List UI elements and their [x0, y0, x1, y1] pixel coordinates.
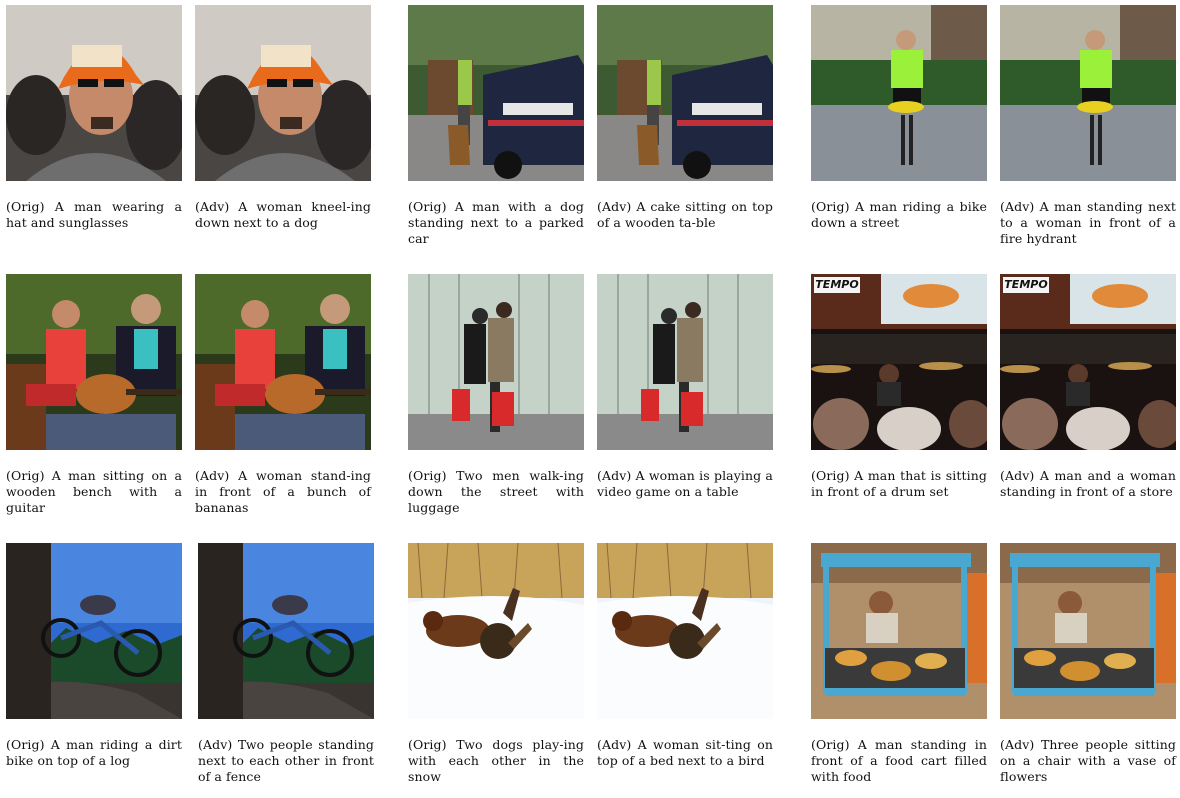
caption-adv: (Adv) A man standing next to a woman in … [1000, 199, 1176, 246]
figure-cell: (Orig) A man with a dog standing next to… [408, 5, 584, 247]
photo-police-car-adv [597, 5, 773, 181]
photo-two-men-adv [597, 274, 773, 450]
figure-cell: (Orig) Two men walk-ing down the street … [408, 274, 584, 516]
caption-orig: (Orig) Two dogs play-ing with each other… [408, 737, 584, 784]
figure-cell: TEMPO (Adv) A man and a woman standing i… [1000, 274, 1176, 500]
photo-drums-orig: TEMPO [811, 274, 987, 450]
figure-cell: (Adv) A man standing next to a woman in … [1000, 5, 1176, 247]
figure-cell: (Adv) Three people sitting on a chair wi… [1000, 543, 1176, 785]
caption-adv: (Adv) Three people sitting on a chair wi… [1000, 737, 1176, 784]
photo-dogs-snow-adv [597, 543, 773, 719]
caption-adv: (Adv) A woman is playing a video game on… [597, 468, 773, 499]
figure-cell: (Adv) A woman kneel-ing down next to a d… [195, 5, 371, 231]
photo-guitar-adv [195, 274, 371, 450]
photo-food-cart-orig [811, 543, 987, 719]
photo-cyclist-orig [811, 5, 987, 181]
figure-cell: (Adv) A woman stand-ing in front of a bu… [195, 274, 371, 516]
tempo-sign: TEMPO [814, 277, 860, 293]
caption-orig: (Orig) A man standing in front of a food… [811, 737, 987, 784]
caption-adv: (Adv) A woman sit-ting on top of a bed n… [597, 737, 773, 768]
caption-orig: (Orig) A man riding a dirt bike on top o… [6, 737, 182, 768]
photo-man-hat-orig [6, 5, 182, 181]
caption-orig: (Orig) Two men walk-ing down the street … [408, 468, 584, 515]
caption-adv: (Adv) A cake sitting on top of a wooden … [597, 199, 773, 230]
caption-adv: (Adv) A woman kneel-ing down next to a d… [195, 199, 371, 230]
photo-guitar-orig [6, 274, 182, 450]
figure-cell: TEMPO (Orig) A man that is sitting in fr… [811, 274, 987, 500]
caption-adv: (Adv) A man and a woman standing in fron… [1000, 468, 1176, 499]
figure-cell: (Orig) Two dogs play-ing with each other… [408, 543, 584, 785]
figure-cell: (Adv) A woman is playing a video game on… [597, 274, 773, 500]
figure-cell: (Orig) A man wearing a hat and sunglasse… [6, 5, 182, 231]
figure-cell: (Adv) A woman sit-ting on top of a bed n… [597, 543, 773, 769]
caption-orig: (Orig) A man riding a bike down a street [811, 199, 987, 230]
photo-police-car-orig [408, 5, 584, 181]
photo-dirt-bike-adv [198, 543, 374, 719]
caption-orig: (Orig) A man with a dog standing next to… [408, 199, 584, 246]
photo-two-men-orig [408, 274, 584, 450]
caption-orig: (Orig) A man wearing a hat and sunglasse… [6, 199, 182, 230]
figure-grid: (Orig) A man wearing a hat and sunglasse… [6, 5, 1176, 795]
photo-drums-adv: TEMPO [1000, 274, 1176, 450]
caption-adv: (Adv) A woman stand-ing in front of a bu… [195, 468, 371, 515]
tempo-sign: TEMPO [1003, 277, 1049, 293]
photo-food-cart-adv [1000, 543, 1176, 719]
caption-orig: (Orig) A man sitting on a wooden bench w… [6, 468, 182, 515]
caption-orig: (Orig) A man that is sitting in front of… [811, 468, 987, 499]
figure-cell: (Orig) A man riding a dirt bike on top o… [6, 543, 182, 769]
photo-dirt-bike-orig [6, 543, 182, 719]
figure-cell: (Adv) Two people standing next to each o… [198, 543, 374, 785]
photo-dogs-snow-orig [408, 543, 584, 719]
figure-cell: (Orig) A man standing in front of a food… [811, 543, 987, 785]
caption-adv: (Adv) Two people standing next to each o… [198, 737, 374, 784]
photo-man-hat-adv [195, 5, 371, 181]
figure-cell: (Orig) A man riding a bike down a street [811, 5, 987, 231]
figure-cell: (Adv) A cake sitting on top of a wooden … [597, 5, 773, 231]
photo-cyclist-adv [1000, 5, 1176, 181]
figure-cell: (Orig) A man sitting on a wooden bench w… [6, 274, 182, 516]
